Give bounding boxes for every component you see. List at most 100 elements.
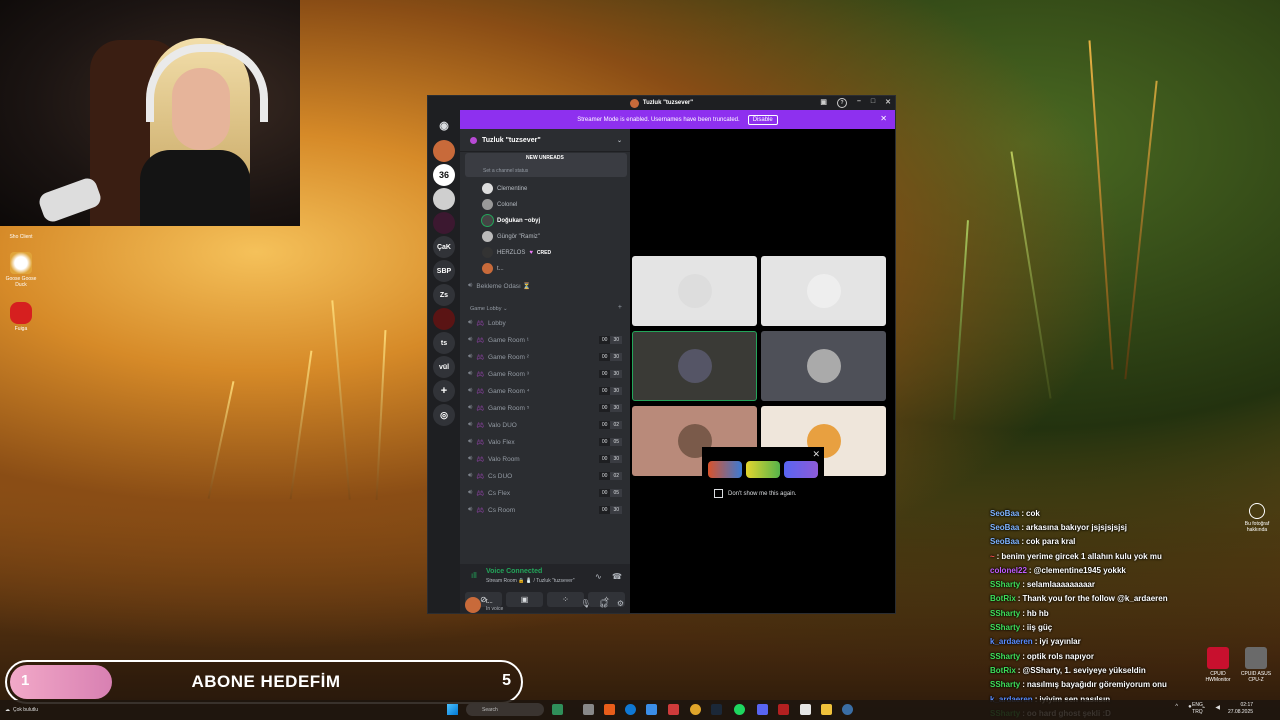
start-button[interactable] (447, 704, 458, 715)
participant-tile[interactable] (761, 331, 886, 401)
server-icon[interactable]: ts (433, 332, 455, 354)
add-server-icon[interactable]: + (433, 380, 455, 402)
chat-username[interactable]: SSharty (990, 609, 1020, 618)
signal-icon[interactable]: ıll (471, 571, 477, 580)
taskbar-app-icon[interactable] (800, 704, 811, 715)
chevron-down-icon[interactable]: ⌄ (617, 137, 622, 144)
taskbar-app-icon[interactable] (552, 704, 563, 715)
avatar[interactable] (465, 597, 481, 613)
language-indicator[interactable]: ENG TRQ (1192, 702, 1203, 716)
voice-channel[interactable]: 🔊︎ 🎮︎ Lobby (468, 319, 626, 327)
guild-header[interactable]: Tuzluk "tuzsever" ⌄ (460, 129, 630, 152)
chat-username[interactable]: BotRix (990, 666, 1016, 675)
chat-username[interactable]: k_ardaeren (990, 637, 1033, 646)
server-icon[interactable] (433, 140, 455, 162)
add-channel-icon[interactable]: + (618, 304, 622, 311)
weather-widget[interactable]: ☁ Çok bulutlu (5, 707, 38, 713)
explore-icon[interactable]: ◎ (433, 404, 455, 426)
voice-channel[interactable]: 🔊︎ 🎮︎ Cs DUO 00 02 (468, 472, 626, 480)
desktop-icon[interactable]: Fuiga (4, 302, 38, 332)
activities-button[interactable]: ⁘ (547, 592, 584, 607)
chevron-up-icon[interactable]: ^ (1175, 704, 1178, 711)
server-icon[interactable]: 36 (433, 164, 455, 186)
close-icon[interactable]: ✕ (812, 449, 820, 460)
cpuid-cpuz-widget[interactable]: CPUID ASUS CPU-Z (1238, 647, 1274, 683)
server-icon[interactable]: ÇaK (433, 236, 455, 258)
minimize-button[interactable]: – (857, 98, 861, 108)
voice-user[interactable]: t... (482, 263, 504, 274)
taskbar-app-icon[interactable] (668, 704, 679, 715)
cpuid-hwmonitor-widget[interactable]: CPUID HWMonitor (1200, 647, 1236, 683)
discord-icon[interactable] (757, 704, 768, 715)
spotify-icon[interactable] (734, 704, 745, 715)
volume-icon[interactable]: ◀ (1215, 704, 1220, 711)
discord-home-icon[interactable]: ◉ (433, 114, 455, 136)
taskbar-app-icon[interactable] (604, 704, 615, 715)
chat-username[interactable]: colonel22 (990, 566, 1027, 575)
voice-user[interactable]: Clementine (482, 183, 527, 194)
voice-channel[interactable]: 🔊︎ 🎮︎ Valo Room 00 30 (468, 455, 626, 463)
voice-channel[interactable]: 🔊︎ 🎮︎ Game Room ² 00 30 (468, 353, 626, 361)
maximize-button[interactable]: □ (871, 98, 875, 108)
search-box[interactable]: Search (466, 703, 544, 716)
server-icon[interactable] (433, 308, 455, 330)
mail-icon[interactable] (646, 704, 657, 715)
close-icon[interactable]: ✕ (880, 114, 887, 123)
chat-username[interactable]: SSharty (990, 652, 1020, 661)
steam-icon[interactable] (711, 704, 722, 715)
voice-user[interactable]: Colonel (482, 199, 517, 210)
server-icon[interactable]: vül (433, 356, 455, 378)
taskbar-app-icon[interactable] (842, 704, 853, 715)
channel-status[interactable]: Set a channel status (483, 168, 528, 174)
promo-thumbnail[interactable] (746, 461, 780, 478)
edge-icon[interactable] (625, 704, 636, 715)
voice-connected-subtitle[interactable]: Stream Room 🔒 🧂 / Tuzluk "tuzsever" (486, 578, 575, 584)
participant-tile[interactable] (632, 331, 757, 401)
taskbar-app-icon[interactable] (778, 704, 789, 715)
voice-user[interactable]: HERZLOS ♥ CRED (482, 247, 551, 258)
voice-channel[interactable]: 🔊︎ 🎮︎ Game Room ⁵ 00 30 (468, 404, 626, 412)
server-icon[interactable] (433, 212, 455, 234)
chat-username[interactable]: SSharty (990, 680, 1020, 689)
new-unreads-pill[interactable]: NEW UNREADS (520, 154, 570, 162)
voice-channel[interactable]: 🔊︎ 🎮︎ Game Room ³ 00 30 (468, 370, 626, 378)
chrome-icon[interactable] (690, 704, 701, 715)
chat-username[interactable]: ~ (990, 552, 995, 561)
help-icon[interactable]: ? (836, 98, 847, 108)
microphone-icon[interactable]: 🎙︎ (581, 599, 591, 608)
inbox-icon[interactable]: ▣ (820, 98, 827, 108)
chat-username[interactable]: BotRix (990, 594, 1016, 603)
screen-share-button[interactable]: ▣ (506, 592, 543, 607)
server-icon[interactable]: Zs (433, 284, 455, 306)
voice-channel[interactable]: 🔊︎ 🎮︎ Cs Room 00 30 (468, 506, 626, 514)
noise-suppression-icon[interactable]: ∿ (595, 572, 602, 581)
participant-tile[interactable] (632, 256, 757, 326)
chat-username[interactable]: SeoBaa (990, 509, 1019, 518)
participant-tile[interactable] (761, 256, 886, 326)
voice-channel[interactable]: 🔊︎ 🎮︎ Cs Flex 00 05 (468, 489, 626, 497)
stream-room-channel[interactable]: NEW UNREADS Set a channel status (465, 153, 627, 177)
voice-user[interactable]: Doğukan ~obyj (482, 215, 540, 226)
server-icon[interactable] (433, 188, 455, 210)
channel-waiting-room[interactable]: 🔊︎ Bekleme Odası ⏳ (468, 282, 626, 290)
headphones-icon[interactable]: 🎧︎ (599, 599, 609, 608)
voice-channel[interactable]: 🔊︎ 🎮︎ Game Room ⁴ 00 30 (468, 387, 626, 395)
checkbox-icon[interactable] (714, 489, 723, 498)
voice-user[interactable]: Güngör "Ramiz" (482, 231, 540, 242)
close-button[interactable]: ✕ (885, 98, 891, 108)
voice-channel[interactable]: 🔊︎ 🎮︎ Valo DUO 00 02 (468, 421, 626, 429)
voice-channel[interactable]: 🔊︎ 🎮︎ Valo Flex 00 05 (468, 438, 626, 446)
server-icon[interactable]: SBP (433, 260, 455, 282)
promo-thumbnail[interactable] (784, 461, 818, 478)
chat-username[interactable]: SeoBaa (990, 537, 1019, 546)
desktop-icon[interactable]: Sho Client (4, 228, 38, 240)
dont-show-checkbox[interactable]: Don't show me this again. (714, 489, 797, 498)
disconnect-icon[interactable]: ☎ (612, 572, 622, 581)
file-explorer-icon[interactable] (821, 704, 832, 715)
clock[interactable]: 02:17 27.08.2025 (1228, 702, 1253, 716)
category-header[interactable]: Game Lobby ⌄ (470, 306, 508, 312)
task-view-icon[interactable] (583, 704, 594, 715)
disable-streamer-button[interactable]: Disable (747, 114, 778, 125)
voice-channel[interactable]: 🔊︎ 🎮︎ Game Room ¹ 00 30 (468, 336, 626, 344)
chat-username[interactable]: SSharty (990, 580, 1020, 589)
